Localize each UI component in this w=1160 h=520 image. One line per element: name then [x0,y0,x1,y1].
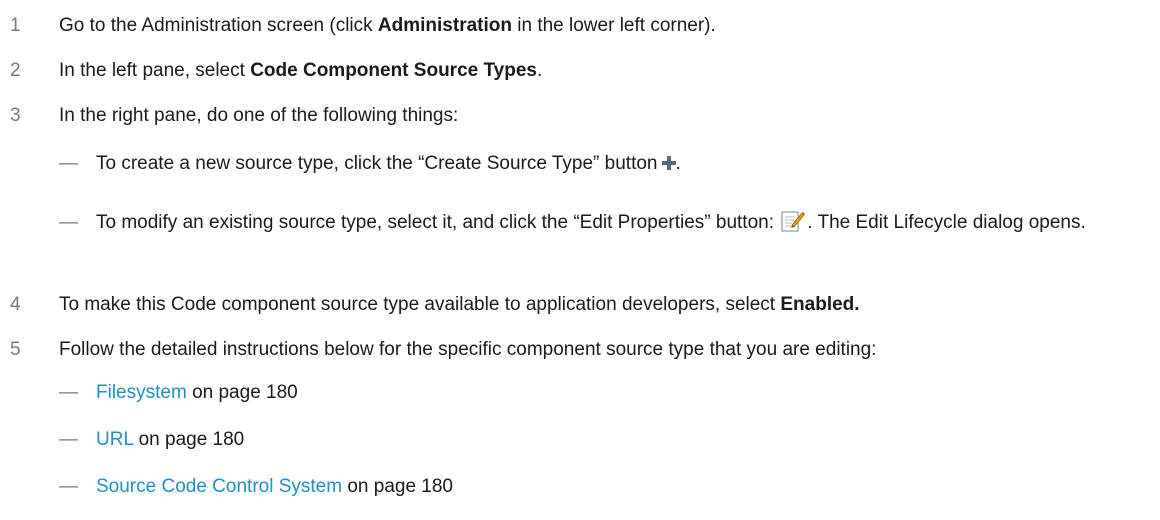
step-text: To make this Code component source type … [59,293,860,317]
step-text: Go to the Administration screen (click A… [59,14,716,38]
page-reference: on page 180 [186,382,298,403]
step-text: Follow the detailed instructions below f… [59,339,877,360]
plus-icon [661,156,676,170]
dash-bullet: — [59,476,78,497]
option-text-post: . [675,153,681,174]
step-text-post: in the lower left corner). [511,15,716,36]
procedure-document: 1 Go to the Administration screen (click… [0,0,1160,520]
step-text-pre: In the left pane, select [59,60,251,81]
step-number: 3 [10,105,21,126]
page-reference: on page 180 [133,429,245,450]
step-number: 1 [10,15,21,36]
step-number: 5 [10,339,21,360]
step-text: In the right pane, do one of the followi… [59,105,459,126]
option-text: To modify an existing source type, selec… [96,210,1146,236]
option-text-pre: To modify an existing source type, selec… [96,212,774,233]
option-text: To create a new source type, click the “… [96,151,1146,177]
step-bold-term: Enabled. [780,294,860,315]
link-line: Filesystem on page 180 [96,380,1146,406]
dash-bullet: — [59,382,78,403]
step-text-pre: To make this Code component source type … [59,294,781,315]
link-line: Source Code Control System on page 180 [96,474,1146,500]
step-bold-term: Administration [377,15,512,36]
step-number: 2 [10,60,21,81]
step-bold-term: Code Component Source Types [250,60,537,81]
edit-properties-icon [781,211,806,232]
source-code-control-system-link[interactable]: Source Code Control System [96,476,342,497]
dash-bullet: — [59,212,78,233]
step-text-pre: Go to the Administration screen (click [59,15,378,36]
dash-bullet: — [59,429,78,450]
step-number: 4 [10,294,21,315]
link-line: URL on page 180 [96,427,1146,453]
step-text: In the left pane, select Code Component … [59,59,542,83]
url-link[interactable]: URL [96,429,133,450]
dash-bullet: — [59,153,78,174]
step-text-post: . [536,60,543,81]
filesystem-link[interactable]: Filesystem [96,382,187,403]
option-text-post: . The Edit Lifecycle dialog opens. [807,212,1086,233]
option-text-pre: To create a new source type, click the “… [96,153,658,174]
page-reference: on page 180 [342,476,454,497]
